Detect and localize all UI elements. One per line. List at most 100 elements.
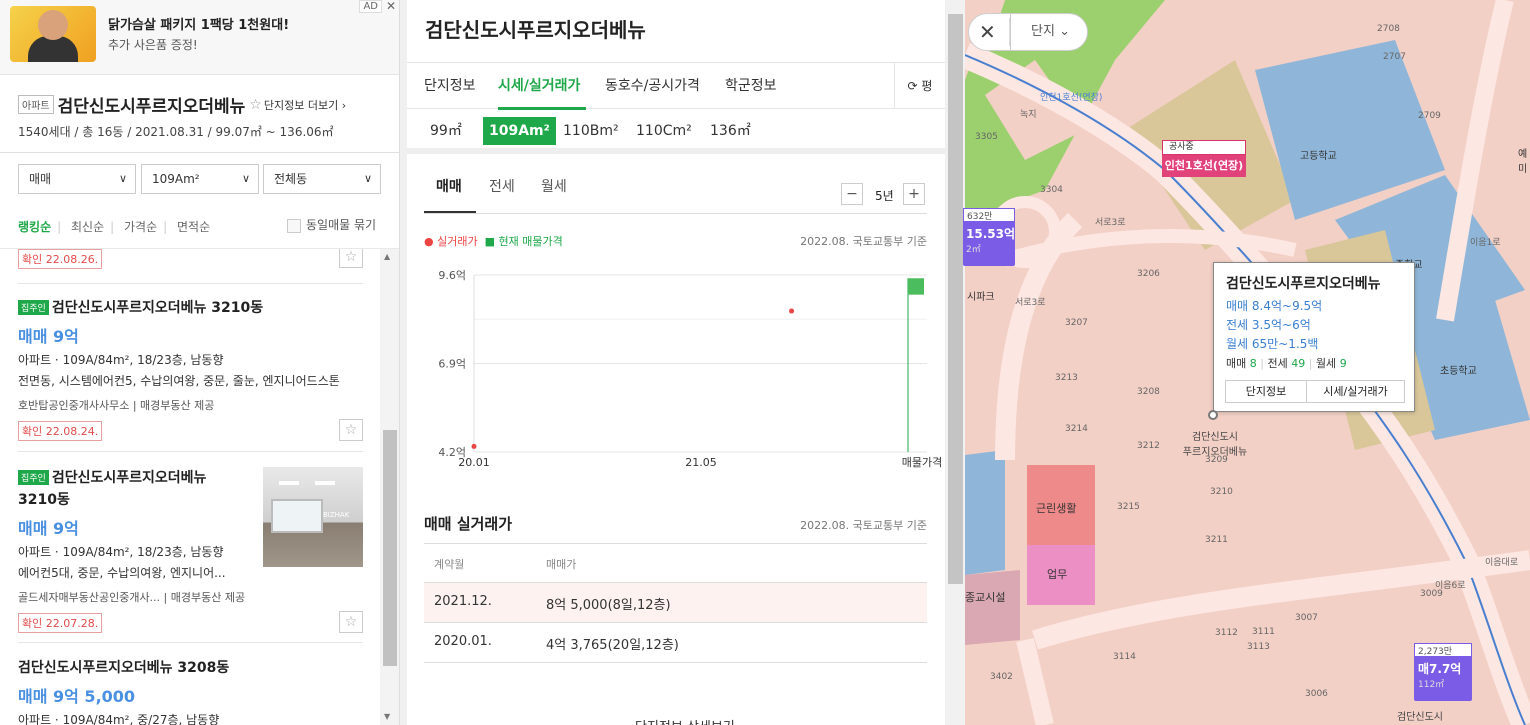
listing-photo[interactable]: BIZHAK xyxy=(263,467,363,567)
construction-name: 인천1호선(연장) xyxy=(1162,155,1246,177)
favorite-heart-icon[interactable]: ☆ xyxy=(339,249,363,268)
x-tick-label: 매물가격 xyxy=(902,456,942,469)
complex-popup[interactable]: 검단신도시푸르지오더베뉴 매매 8.4억~9.5억 전세 3.5억~6억 월세 … xyxy=(1213,262,1415,412)
scroll-up-icon[interactable]: ▲ xyxy=(384,252,390,261)
photo-watermark: BIZHAK xyxy=(323,511,350,519)
trade-type-select[interactable]: 매매 ∨ xyxy=(18,164,136,194)
real-price-point xyxy=(789,308,795,314)
scrollbar-thumb[interactable] xyxy=(383,430,397,666)
complex-name: 검단신도시푸르지오더베뉴 xyxy=(57,97,246,117)
popup-price-button[interactable]: 시세/실거래가 xyxy=(1306,380,1405,403)
table-row[interactable]: 2021.12. 8억 5,000(8일,12층) xyxy=(424,583,927,623)
subtab-monthly[interactable]: 월세 xyxy=(541,176,567,196)
ad-close-icon[interactable]: ✕ xyxy=(386,0,396,13)
sort-ranking[interactable]: 랭킹순 xyxy=(18,220,51,234)
count-label: 매매 xyxy=(1226,357,1247,370)
lot-number: 3215 xyxy=(1117,502,1140,512)
subtab-sale[interactable]: 매매 xyxy=(436,176,462,196)
dong-select[interactable]: 전체동 ∨ xyxy=(263,164,381,194)
ad-badge: AD xyxy=(359,0,382,13)
lot-number: 2708 xyxy=(1377,24,1400,34)
ad-headline[interactable]: 닭가슴살 패키지 1팩당 1천원대! xyxy=(108,14,289,33)
listing-desc: 전면동, 시스템에어컨5, 수납의여왕, 중문, 줄눈, 엔지니어드스톤 xyxy=(18,374,340,388)
complex-type-tag: 아파트 xyxy=(18,95,54,114)
chart-legend: ● 실거래가 ■ 현재 매물가격 xyxy=(424,233,563,249)
popup-sale-range: 매매 8.4억~9.5억 xyxy=(1226,299,1323,313)
area-select[interactable]: 109Am² ∨ xyxy=(141,164,259,194)
col-price: 매매가 xyxy=(546,558,577,571)
sort-area[interactable]: 면적순 xyxy=(177,220,210,234)
map-label: 인천1호선(연장) xyxy=(1040,93,1103,103)
lot-number: 3304 xyxy=(1040,185,1063,195)
map-label: 이음1로 xyxy=(1470,238,1501,248)
popup-complex-info-button[interactable]: 단지정보 xyxy=(1225,380,1307,403)
tab-complex-info[interactable]: 단지정보 xyxy=(424,75,476,95)
chevron-down-icon: ∨ xyxy=(118,172,127,185)
listing-name: 검단신도시푸르지오더베뉴 xyxy=(51,470,207,486)
count-jeonse: 49 xyxy=(1291,357,1306,370)
close-icon[interactable]: ✕ xyxy=(979,20,996,44)
lot-number: 2709 xyxy=(1418,111,1441,121)
lot-number: 3210 xyxy=(1210,487,1233,497)
map-filter-select[interactable]: 단지 ⌄ xyxy=(1010,13,1088,51)
size-option[interactable]: 110Bm² xyxy=(557,117,625,145)
map-label: 검단신도시 푸르지오더베뉴 xyxy=(1182,432,1248,458)
divider xyxy=(424,213,927,214)
y-tick-label: 9.6억 xyxy=(438,269,466,282)
list-item[interactable]: 검단신도시푸르지오더베뉴 3208동 매매 9억 5,000 아파트 · 109… xyxy=(18,657,363,725)
size-option[interactable]: 99㎡ xyxy=(424,117,468,145)
size-option-selected[interactable]: 109Am² xyxy=(483,117,556,145)
count-label: 전세 xyxy=(1267,357,1288,370)
year-decrease-button[interactable]: − xyxy=(841,183,863,205)
price-chart: 9.6억6.9억4.2억20.01 21.05 매물가격 xyxy=(438,269,942,469)
area-value: 109Am² xyxy=(152,172,200,186)
complex-summary: 1540세대 / 총 16동 / 2021.08.31 / 99.07㎡ ~ 1… xyxy=(18,125,334,139)
favorite-star-icon[interactable]: ☆ xyxy=(249,97,262,113)
price-marker[interactable]: 2,273만 매7.7억 112㎡ xyxy=(1414,643,1472,701)
construction-tag: 공사중 xyxy=(1162,140,1246,155)
price-marker[interactable]: 632만 15.53억 2㎡ xyxy=(963,208,1015,266)
lot-number: 2707 xyxy=(1383,52,1406,62)
lot-number: 3114 xyxy=(1113,652,1136,662)
size-option[interactable]: 136㎡ xyxy=(704,117,757,145)
size-selector: 99㎡ 109Am² 110Bm² 110Cm² 136㎡ xyxy=(407,109,945,154)
lot-number: 3112 xyxy=(1215,628,1238,638)
favorite-heart-icon[interactable]: ☆ xyxy=(339,419,363,441)
subtab-jeonse[interactable]: 전세 xyxy=(489,176,515,196)
row-month: 2020.01. xyxy=(434,634,492,649)
row-price: 4억 3,765(20일,12층) xyxy=(546,638,679,653)
lot-number: 3212 xyxy=(1137,441,1160,451)
list-item[interactable]: 확인 22.08.26. ☆ xyxy=(18,249,363,283)
scrollbar-thumb[interactable] xyxy=(948,14,963,584)
owner-badge: 집주인 xyxy=(18,469,49,485)
table-row[interactable]: 2020.01. 4억 3,765(20일,12층) xyxy=(424,623,927,663)
tab-unit-price[interactable]: 동호수/공시가격 xyxy=(605,75,700,95)
favorite-heart-icon[interactable]: ☆ xyxy=(339,611,363,633)
popup-counts: 매매 8 | 전세 49 | 월세 9 xyxy=(1226,357,1347,370)
complex-info-more-link[interactable]: 단지정보 더보기 › xyxy=(264,99,346,112)
map-label: 시파크 xyxy=(967,292,995,303)
group-same-toggle[interactable]: 동일매물 묶기 xyxy=(287,216,376,233)
detail-more-link[interactable]: 단지정보 상세보기 xyxy=(635,716,735,725)
list-item[interactable]: 집주인 검단신도시푸르지오더베뉴 3210동 매매 9억 아파트 · 109A/8… xyxy=(18,467,363,633)
year-increase-button[interactable]: + xyxy=(903,183,925,205)
complex-pin-icon[interactable] xyxy=(1208,410,1218,420)
sort-price[interactable]: 가격순 xyxy=(124,220,157,234)
listing-agent: 호반탑공인중개사사무소 | 매경부동산 제공 xyxy=(18,399,215,412)
size-option[interactable]: 110Cm² xyxy=(630,117,698,145)
real-price-point xyxy=(471,443,477,449)
tab-school[interactable]: 학군정보 xyxy=(725,75,777,95)
list-item[interactable]: 집주인 검단신도시푸르지오더베뉴 3210동 매매 9억 아파트 · 109A/8… xyxy=(18,297,363,441)
marker-area: 112㎡ xyxy=(1418,680,1445,690)
scroll-down-icon[interactable]: ▼ xyxy=(384,712,390,721)
ad-banner[interactable]: 닭가슴살 패키지 1팩당 1천원대! 추가 사은품 증정! AD ✕ xyxy=(0,0,399,75)
confirm-date: 확인 22.08.26. xyxy=(18,249,103,269)
sort-latest[interactable]: 최신순 xyxy=(71,220,104,234)
tab-price-history[interactable]: 시세/실거래가 xyxy=(498,75,580,95)
count-sale: 8 xyxy=(1249,357,1257,370)
detail-scrollbar[interactable] xyxy=(946,0,965,725)
checkbox[interactable] xyxy=(287,218,301,233)
pyeong-toggle-button[interactable]: ⟳ 평 xyxy=(894,63,945,109)
listing-spec: 아파트 · 109A/84m², 18/23층, 남동향 xyxy=(18,545,224,559)
construction-marker[interactable]: 공사중 인천1호선(연장) xyxy=(1162,140,1246,178)
